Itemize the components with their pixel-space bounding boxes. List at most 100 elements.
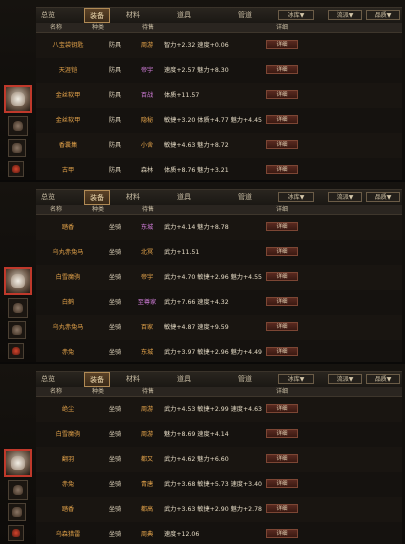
item-thumbnail[interactable] — [8, 161, 24, 177]
detail-button[interactable]: 详细 — [266, 297, 298, 306]
item-thumbnail[interactable] — [8, 321, 26, 339]
filter-dropdown-0[interactable]: 冰库▼ — [278, 192, 314, 202]
table-row[interactable]: 乌丸赤兔马 坐骑 百家 敏捷+4.87 速度+9.59 详细 — [36, 315, 402, 341]
filter-dropdown-1[interactable]: 流派▼ — [328, 10, 362, 20]
item-category: 坐骑 — [108, 431, 122, 438]
tab-1[interactable]: 装备 — [84, 8, 110, 23]
header-cell-3: 待售 — [142, 388, 155, 395]
table-row[interactable]: 赤兔 坐骑 东城 武力+3.97 敏捷+2.96 魅力+4.49 详细 — [36, 340, 402, 362]
detail-button[interactable]: 详细 — [266, 222, 298, 231]
detail-button[interactable]: 详细 — [266, 115, 298, 124]
table-row[interactable]: 香囊集 防具 小舍 敏捷+4.63 魅力+8.72 详细 — [36, 133, 402, 159]
item-icon — [12, 484, 24, 496]
table-row[interactable]: 金丝软甲 防具 百战 体质+11.57 详细 — [36, 83, 402, 109]
item-thumbnail[interactable] — [8, 139, 26, 157]
table-row[interactable]: 乌丸赤兔马 坐骑 北冥 武力+11.51 详细 — [36, 240, 402, 266]
detail-button[interactable]: 详细 — [266, 272, 298, 281]
item-name: 八宝袋钥匙 — [52, 42, 84, 49]
tab-2[interactable]: 材料 — [116, 190, 150, 205]
tab-0[interactable]: 总览 — [36, 8, 60, 23]
tab-2[interactable]: 材料 — [116, 8, 150, 23]
detail-button[interactable]: 详细 — [266, 165, 298, 174]
item-category: 坐骑 — [108, 531, 122, 538]
detail-button[interactable]: 详细 — [266, 429, 298, 438]
item-category: 坐骑 — [108, 224, 122, 231]
detail-button[interactable]: 详细 — [266, 322, 298, 331]
tab-3[interactable]: 道具 — [164, 372, 204, 387]
selected-item-thumbnail[interactable] — [4, 449, 32, 477]
item-thumbnail[interactable] — [8, 480, 28, 500]
item-thumbnail[interactable] — [8, 503, 26, 521]
detail-button[interactable]: 详细 — [266, 529, 298, 538]
table-row[interactable]: 古甲 防具 森林 体质+8.76 魅力+3.21 详细 — [36, 158, 402, 180]
tab-4[interactable]: 管道 — [224, 190, 266, 205]
table-row[interactable]: 金丝软甲 防具 隐秘 敏捷+3.20 体质+4.77 魅力+4.45 详细 — [36, 108, 402, 134]
table-row[interactable]: 白鹤 坐骑 至尊家 武力+7.66 速度+4.32 详细 — [36, 290, 402, 316]
detail-button[interactable]: 详细 — [266, 404, 298, 413]
tab-2[interactable]: 材料 — [116, 372, 150, 387]
detail-button[interactable]: 详细 — [266, 90, 298, 99]
table-row[interactable]: 白雪魔驹 坐骑 帝宇 武力+4.70 敏捷+2.96 魅力+4.55 详细 — [36, 265, 402, 291]
filter-dropdown-2[interactable]: 品质▼ — [366, 10, 400, 20]
tab-3[interactable]: 道具 — [164, 8, 204, 23]
item-attributes: 魅力+8.69 速度+4.14 — [164, 431, 229, 438]
item-category: 坐骑 — [108, 481, 122, 488]
item-name: 乌丸赤兔马 — [52, 324, 84, 331]
table-row[interactable]: 绝尘 坐骑 周游 武力+4.53 敏捷+2.99 速度+4.63 详细 — [36, 397, 402, 423]
detail-button[interactable]: 详细 — [266, 454, 298, 463]
table-row[interactable]: 踏香 坐骑 东城 武力+4.14 魅力+8.78 详细 — [36, 215, 402, 241]
item-icon — [12, 507, 22, 517]
item-category: 坐骑 — [108, 349, 122, 356]
table-row[interactable]: 踏香 坐骑 都高 武力+3.63 敏捷+2.90 魅力+2.78 详细 — [36, 497, 402, 523]
table-row[interactable]: 天涯铠 防具 帝宇 速度+2.57 魅力+8.30 详细 — [36, 58, 402, 84]
tab-1[interactable]: 装备 — [84, 372, 110, 387]
item-attributes: 武力+4.53 敏捷+2.99 速度+4.63 — [164, 406, 262, 413]
filter-dropdown-2[interactable]: 品质▼ — [366, 374, 400, 384]
detail-button[interactable]: 详细 — [266, 65, 298, 74]
item-name: 香囊集 — [58, 142, 78, 149]
filter-dropdown-0[interactable]: 冰库▼ — [278, 10, 314, 20]
item-thumbnail[interactable] — [8, 298, 28, 318]
item-source: 都又 — [140, 456, 154, 463]
item-name: 赤兔 — [61, 481, 75, 488]
tab-0[interactable]: 总览 — [36, 190, 60, 205]
detail-button[interactable]: 详细 — [266, 347, 298, 356]
tab-4[interactable]: 管道 — [224, 8, 266, 23]
item-thumbnail[interactable] — [8, 525, 24, 541]
tab-4[interactable]: 管道 — [224, 372, 266, 387]
item-attributes: 速度+2.57 魅力+8.30 — [164, 67, 229, 74]
header-cell-4: 详细 — [276, 24, 289, 31]
filter-dropdown-2[interactable]: 品质▼ — [366, 192, 400, 202]
filter-dropdown-1[interactable]: 流派▼ — [328, 374, 362, 384]
filter-dropdown-1[interactable]: 流派▼ — [328, 192, 362, 202]
item-attributes: 武力+4.62 魅力+6.60 — [164, 456, 229, 463]
item-icon — [12, 325, 22, 335]
item-thumbnail[interactable] — [8, 343, 24, 359]
table-header: 名称 种类 待售 详细 — [36, 23, 402, 33]
table-row[interactable]: 赤兔 坐骑 青唐 武力+3.68 敏捷+5.73 速度+3.40 详细 — [36, 472, 402, 498]
header-cell-3: 待售 — [142, 24, 155, 31]
item-name: 乌森猎雷 — [55, 531, 81, 538]
selected-item-thumbnail[interactable] — [4, 85, 32, 113]
detail-button[interactable]: 详细 — [266, 40, 298, 49]
selected-item-thumbnail[interactable] — [4, 267, 32, 295]
item-attributes: 敏捷+4.63 魅力+8.72 — [164, 142, 229, 149]
tab-1[interactable]: 装备 — [84, 190, 110, 205]
item-category: 防具 — [108, 92, 122, 99]
detail-button[interactable]: 详细 — [266, 247, 298, 256]
header-cell-4: 详细 — [276, 388, 289, 395]
item-name: 踏香 — [61, 506, 75, 513]
table-row[interactable]: 翻羽 坐骑 都又 武力+4.62 魅力+6.60 详细 — [36, 447, 402, 473]
detail-button[interactable]: 详细 — [266, 504, 298, 513]
tab-3[interactable]: 道具 — [164, 190, 204, 205]
tab-0[interactable]: 总览 — [36, 372, 60, 387]
filter-dropdown-0[interactable]: 冰库▼ — [278, 374, 314, 384]
item-category: 坐骑 — [108, 249, 122, 256]
table-row[interactable]: 白雪魔驹 坐骑 周游 魅力+8.69 速度+4.14 详细 — [36, 422, 402, 448]
table-row[interactable]: 乌森猎雷 坐骑 周典 速度+12.06 详细 — [36, 522, 402, 544]
table-row[interactable]: 八宝袋钥匙 防具 周游 智力+2.32 速度+0.06 详细 — [36, 33, 402, 59]
item-thumbnail[interactable] — [8, 116, 28, 136]
item-source: 百家 — [140, 324, 154, 331]
detail-button[interactable]: 详细 — [266, 479, 298, 488]
detail-button[interactable]: 详细 — [266, 140, 298, 149]
